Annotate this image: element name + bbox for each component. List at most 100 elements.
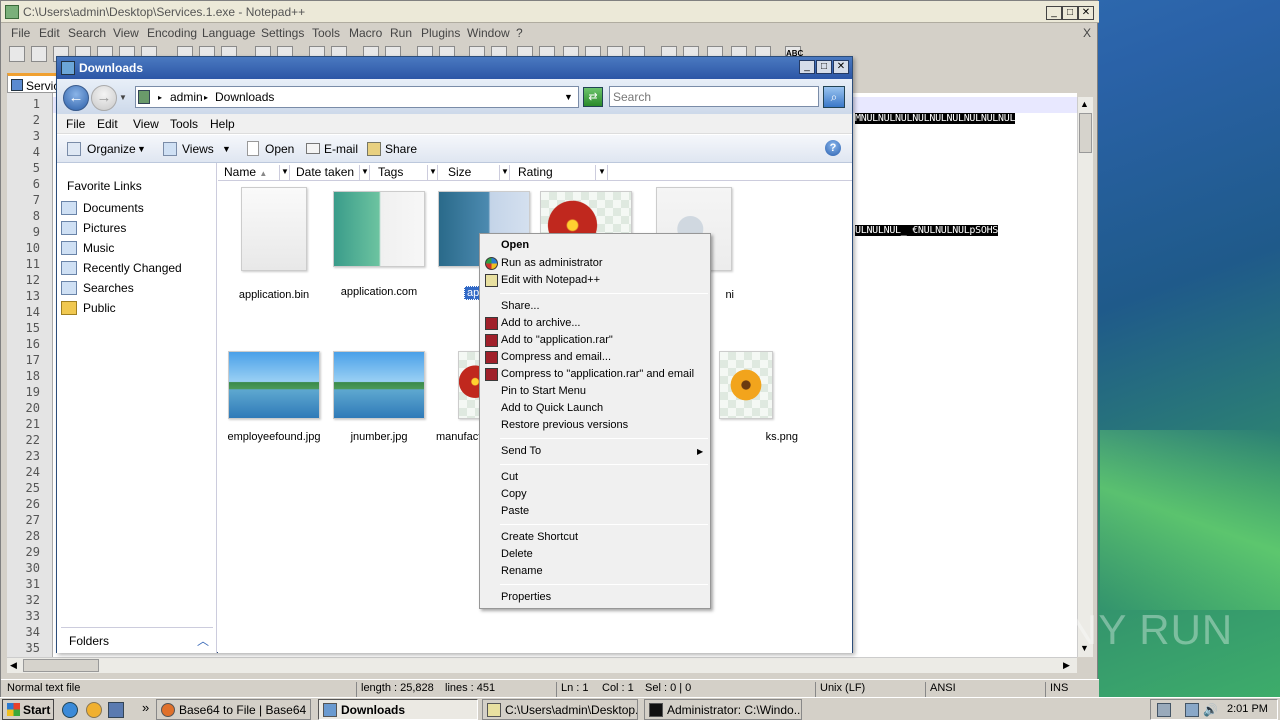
- menu-item-cut[interactable]: Cut: [501, 471, 518, 483]
- menu-item-create-shortcut[interactable]: Create Shortcut: [501, 531, 578, 543]
- menu-item-restore-versions[interactable]: Restore previous versions: [501, 419, 628, 431]
- address-dropdown-icon[interactable]: ▼: [564, 92, 573, 102]
- breadcrumb-admin[interactable]: admin: [170, 90, 203, 104]
- menu-item-add-to-rar[interactable]: Add to "application.rar": [501, 334, 613, 346]
- address-box[interactable]: ▸ admin ▸ Downloads ▼: [135, 86, 579, 108]
- explorer-menu-help[interactable]: Help: [210, 117, 235, 131]
- close-document-x[interactable]: X: [1083, 26, 1091, 40]
- nav-searches[interactable]: Searches: [83, 281, 134, 295]
- share-button[interactable]: Share: [385, 142, 417, 156]
- menu-macro[interactable]: Macro: [349, 26, 382, 40]
- menu-item-edit-notepadpp[interactable]: Edit with Notepad++: [501, 274, 600, 286]
- menu-item-pin-start[interactable]: Pin to Start Menu: [501, 385, 586, 397]
- network-icon[interactable]: [1157, 703, 1171, 717]
- menu-item-properties[interactable]: Properties: [501, 591, 551, 603]
- vertical-scroll-thumb[interactable]: [1079, 113, 1092, 153]
- menu-item-rename[interactable]: Rename: [501, 565, 543, 577]
- views-dropdown-icon[interactable]: ▼: [222, 144, 231, 154]
- file-item[interactable]: application.com: [327, 191, 431, 298]
- help-icon[interactable]: ?: [825, 140, 841, 156]
- explorer-maximize-button[interactable]: □: [816, 60, 832, 74]
- menu-help[interactable]: ?: [516, 26, 523, 40]
- menu-window[interactable]: Window: [467, 26, 510, 40]
- column-tags-dropdown-icon[interactable]: ▼: [428, 165, 438, 180]
- menu-item-delete[interactable]: Delete: [501, 548, 533, 560]
- close-button[interactable]: ✕: [1078, 6, 1094, 20]
- nav-pictures[interactable]: Pictures: [83, 221, 126, 235]
- nav-documents[interactable]: Documents: [83, 201, 144, 215]
- organize-button[interactable]: Organize: [87, 142, 136, 156]
- open-button[interactable]: Open: [265, 142, 294, 156]
- menu-search[interactable]: Search: [68, 26, 106, 40]
- search-icon[interactable]: ⌕: [823, 86, 845, 108]
- scroll-up-icon[interactable]: ▲: [1080, 99, 1089, 109]
- breadcrumb-arrow-icon[interactable]: ▸: [204, 93, 208, 102]
- menu-item-run-as-admin[interactable]: Run as administrator: [501, 257, 603, 269]
- clock[interactable]: 2:01 PM: [1227, 703, 1268, 715]
- task-cmd[interactable]: Administrator: C:\Windo...: [644, 699, 802, 720]
- menu-file[interactable]: File: [11, 26, 30, 40]
- back-button[interactable]: ←: [63, 85, 89, 111]
- maximize-button[interactable]: □: [1062, 6, 1078, 20]
- file-item[interactable]: employeefound.jpg: [222, 351, 326, 443]
- explorer-menu-view[interactable]: View: [133, 117, 159, 131]
- media-player-icon[interactable]: [86, 702, 102, 718]
- breadcrumb-downloads[interactable]: Downloads: [215, 90, 274, 104]
- file-item[interactable]: jnumber.jpg: [327, 351, 431, 443]
- horizontal-scrollbar[interactable]: ◀ ▶: [7, 657, 1077, 673]
- start-button[interactable]: Start: [2, 699, 54, 720]
- explorer-titlebar[interactable]: Downloads _ □ ✕: [57, 57, 852, 79]
- recent-pages-dropdown-icon[interactable]: ▼: [119, 93, 127, 102]
- menu-item-quick-launch[interactable]: Add to Quick Launch: [501, 402, 603, 414]
- explorer-close-button[interactable]: ✕: [833, 60, 849, 74]
- refresh-icon[interactable]: ⇄: [583, 87, 603, 107]
- email-button[interactable]: E-mail: [324, 142, 358, 156]
- nav-public[interactable]: Public: [83, 301, 116, 315]
- nav-music[interactable]: Music: [83, 241, 114, 255]
- breadcrumb-arrow-icon[interactable]: ▸: [158, 93, 162, 102]
- explorer-menu-tools[interactable]: Tools: [170, 117, 198, 131]
- task-firefox[interactable]: Base64 to File | Base64 ...: [156, 699, 311, 720]
- folders-toggle[interactable]: Folders ︿: [61, 627, 213, 651]
- column-name[interactable]: Name ▲: [220, 165, 280, 180]
- column-tags[interactable]: Tags: [374, 165, 428, 180]
- menu-plugins[interactable]: Plugins: [421, 26, 460, 40]
- nav-recently-changed[interactable]: Recently Changed: [83, 261, 182, 275]
- menu-item-compress-email[interactable]: Compress and email...: [501, 351, 611, 363]
- forward-button[interactable]: →: [91, 85, 117, 111]
- file-item[interactable]: application.bin: [222, 187, 326, 301]
- menu-item-open[interactable]: Open: [501, 239, 529, 251]
- column-size[interactable]: Size: [444, 165, 500, 180]
- ie-icon[interactable]: [62, 702, 78, 718]
- menu-item-compress-rar-email[interactable]: Compress to "application.rar" and email: [501, 368, 694, 380]
- explorer-menu-file[interactable]: File: [66, 117, 85, 131]
- notepadpp-titlebar[interactable]: C:\Users\admin\Desktop\Services.1.exe - …: [1, 1, 1099, 23]
- minimize-button[interactable]: _: [1046, 6, 1062, 20]
- task-notepadpp[interactable]: C:\Users\admin\Desktop...: [482, 699, 638, 720]
- views-button[interactable]: Views: [182, 142, 214, 156]
- explorer-minimize-button[interactable]: _: [799, 60, 815, 74]
- organize-dropdown-icon[interactable]: ▼: [137, 144, 146, 154]
- volume-icon[interactable]: 🔊: [1203, 703, 1218, 717]
- column-rating-dropdown-icon[interactable]: ▼: [596, 165, 608, 180]
- menu-edit[interactable]: Edit: [39, 26, 60, 40]
- column-size-dropdown-icon[interactable]: ▼: [500, 165, 510, 180]
- menu-run[interactable]: Run: [390, 26, 412, 40]
- column-date-taken[interactable]: Date taken: [292, 165, 360, 180]
- menu-item-share[interactable]: Share...: [501, 300, 540, 312]
- menu-item-paste[interactable]: Paste: [501, 505, 529, 517]
- column-rating[interactable]: Rating: [514, 165, 596, 180]
- menu-item-send-to[interactable]: Send To: [501, 445, 541, 457]
- scroll-right-icon[interactable]: ▶: [1063, 660, 1070, 671]
- show-desktop-icon[interactable]: [108, 702, 124, 718]
- horizontal-scroll-thumb[interactable]: [23, 659, 99, 672]
- scroll-left-icon[interactable]: ◀: [10, 660, 17, 671]
- menu-encoding[interactable]: Encoding: [147, 26, 197, 40]
- open-file-icon[interactable]: [31, 46, 47, 62]
- column-name-dropdown-icon[interactable]: ▼: [280, 165, 290, 180]
- menu-language[interactable]: Language: [202, 26, 255, 40]
- menu-view[interactable]: View: [113, 26, 139, 40]
- new-file-icon[interactable]: [9, 46, 25, 62]
- monitor-icon[interactable]: [1185, 703, 1199, 717]
- search-input[interactable]: Search: [609, 86, 819, 107]
